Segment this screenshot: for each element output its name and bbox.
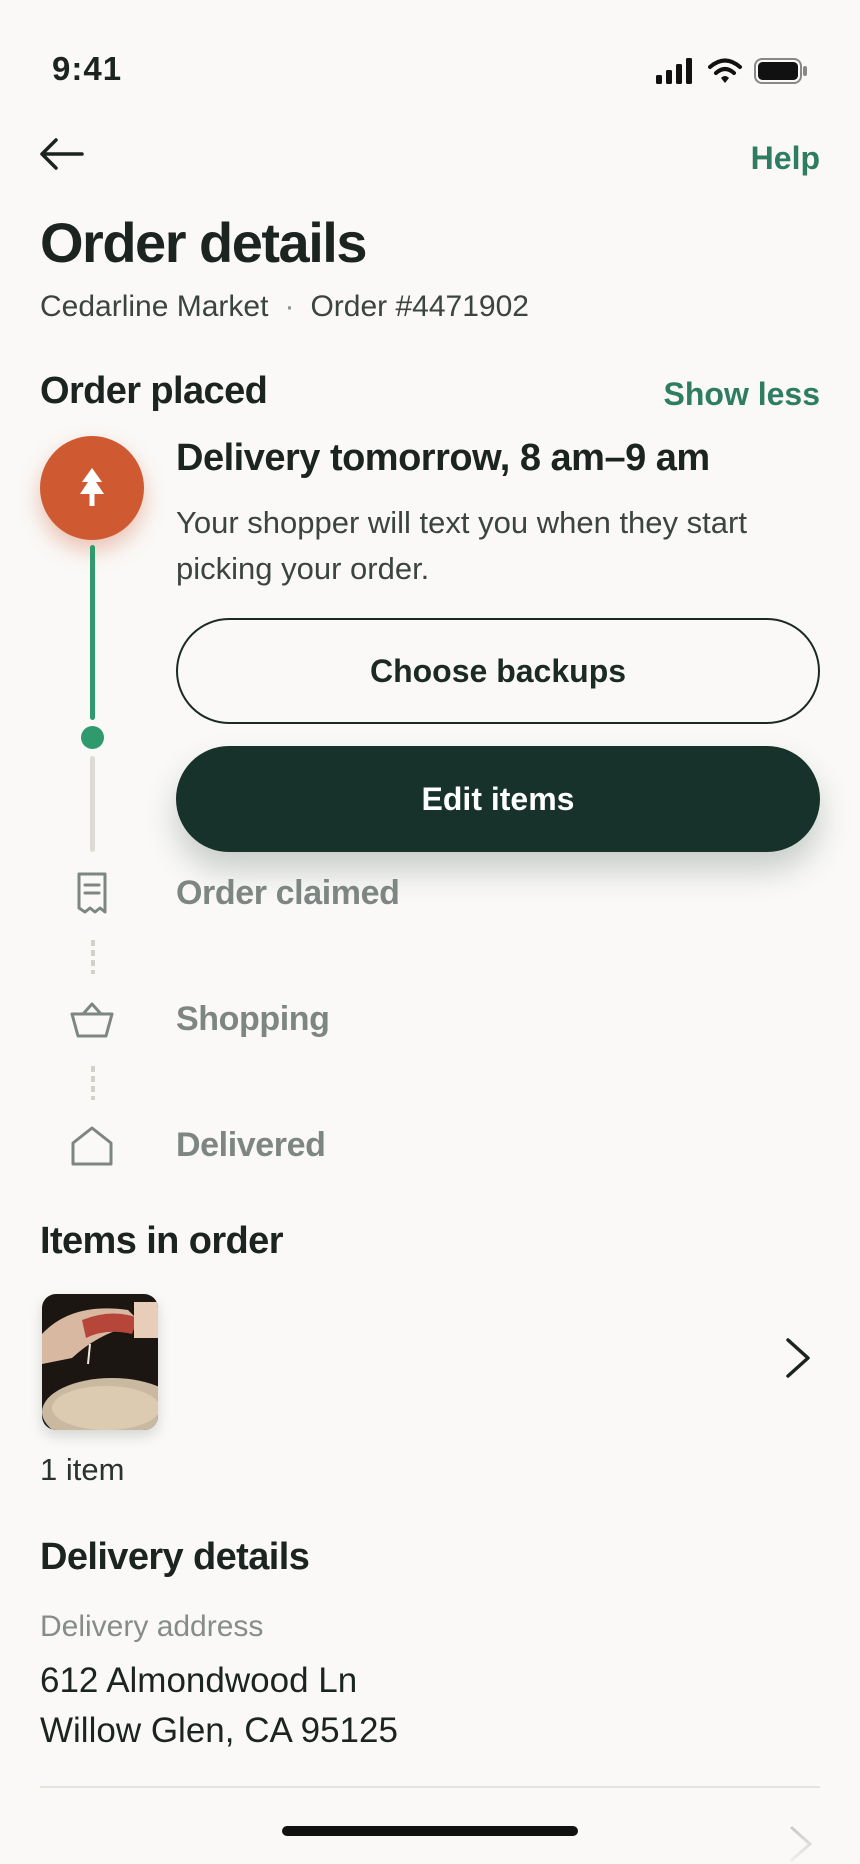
timeline-progress-dot xyxy=(81,726,104,749)
item-count: 1 item xyxy=(40,1452,125,1487)
delivery-description: Your shopper will text you when they sta… xyxy=(176,505,747,586)
item-thumbnail[interactable] xyxy=(42,1294,158,1430)
back-arrow-icon[interactable] xyxy=(36,134,86,174)
order-subtitle: Cedarline Market · Order #4471902 xyxy=(40,290,529,324)
address-line-2: Willow Glen, CA 95125 xyxy=(40,1711,398,1750)
status-bar: 9:41 xyxy=(0,0,860,110)
delivery-address-label: Delivery address xyxy=(40,1610,264,1643)
receipt-icon xyxy=(64,866,120,922)
status-time: 9:41 xyxy=(52,50,123,87)
battery-icon xyxy=(754,58,807,84)
delivery-address: 612 Almondwood Ln Willow Glen, CA 95125 xyxy=(40,1656,398,1756)
store-name: Cedarline Market xyxy=(40,290,269,323)
order-status-heading: Order placed xyxy=(40,370,268,412)
page-title: Order details xyxy=(40,211,367,274)
help-link[interactable]: Help xyxy=(751,140,820,177)
order-number: Order #4471902 xyxy=(310,290,529,323)
status-icons xyxy=(656,58,808,84)
timeline-dash xyxy=(91,940,95,974)
step-delivered: Delivered xyxy=(176,1126,326,1164)
step-order-claimed: Order claimed xyxy=(176,874,400,912)
home-indicator[interactable] xyxy=(282,1826,578,1836)
timeline-remaining-line xyxy=(90,756,95,852)
choose-backups-button[interactable]: Choose backups xyxy=(176,618,820,724)
chevron-right-icon[interactable] xyxy=(780,1334,816,1382)
show-less-link[interactable]: Show less xyxy=(664,376,821,413)
wifi-icon xyxy=(708,58,742,83)
basket-icon xyxy=(64,992,120,1048)
timeline-dash xyxy=(91,1066,95,1100)
timeline-progress-line xyxy=(90,545,95,720)
step-shopping: Shopping xyxy=(176,1000,330,1038)
separator-dot: · xyxy=(284,290,295,323)
address-line-1: 612 Almondwood Ln xyxy=(40,1661,358,1700)
order-placed-badge xyxy=(40,436,144,540)
delivery-details-heading: Delivery details xyxy=(40,1536,310,1578)
cellular-signal-icon xyxy=(656,58,692,84)
tree-icon xyxy=(80,468,104,506)
edit-items-button[interactable]: Edit items xyxy=(176,746,820,852)
section-divider xyxy=(40,1786,820,1788)
delivery-window: Delivery tomorrow, 8 am–9 am xyxy=(176,437,710,479)
top-nav: Help xyxy=(0,130,860,190)
items-heading: Items in order xyxy=(40,1220,283,1262)
house-icon xyxy=(64,1118,120,1174)
